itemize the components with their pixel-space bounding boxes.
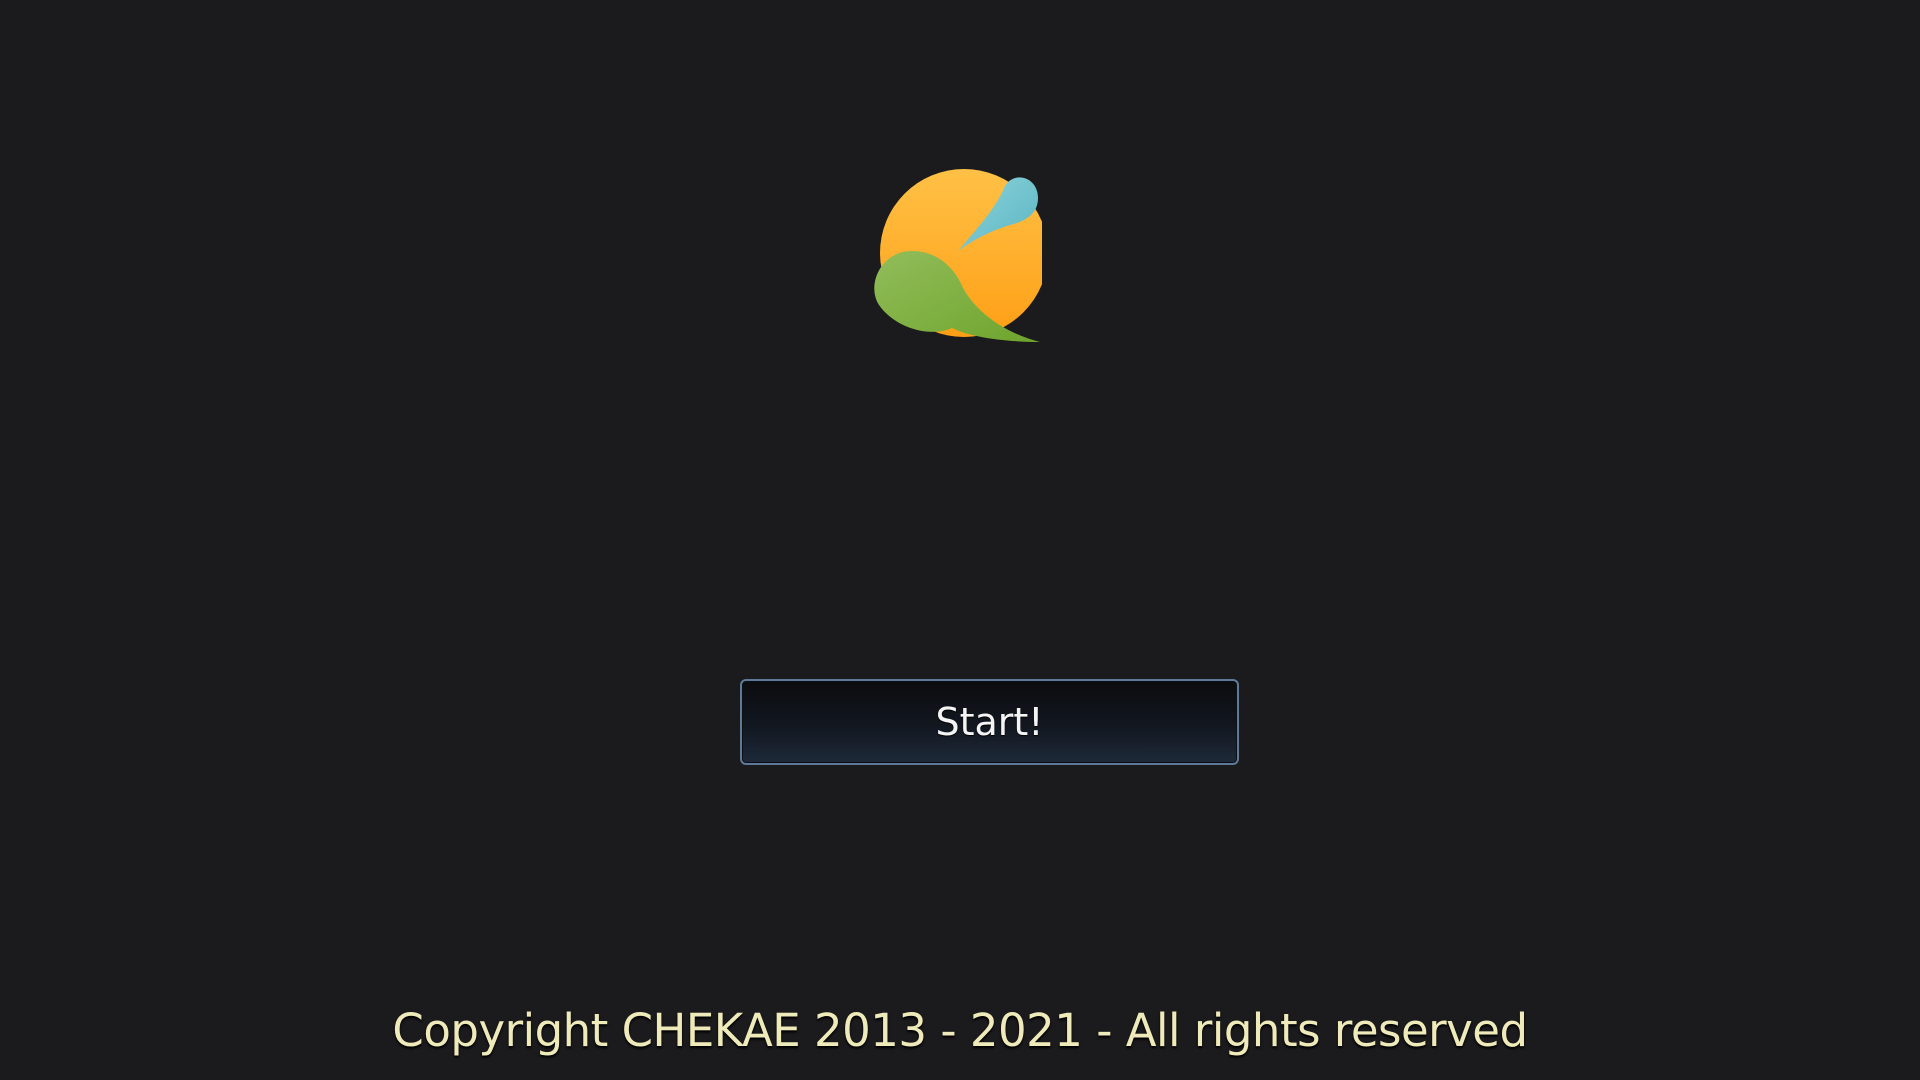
copyright-text: Copyright CHEKAE 2013 - 2021 - All right… (392, 1004, 1528, 1057)
splash-screen: Start! Copyright CHEKAE 2013 - 2021 - Al… (0, 0, 1920, 1080)
start-button[interactable]: Start! (740, 679, 1239, 765)
app-logo-icon (872, 168, 1042, 344)
